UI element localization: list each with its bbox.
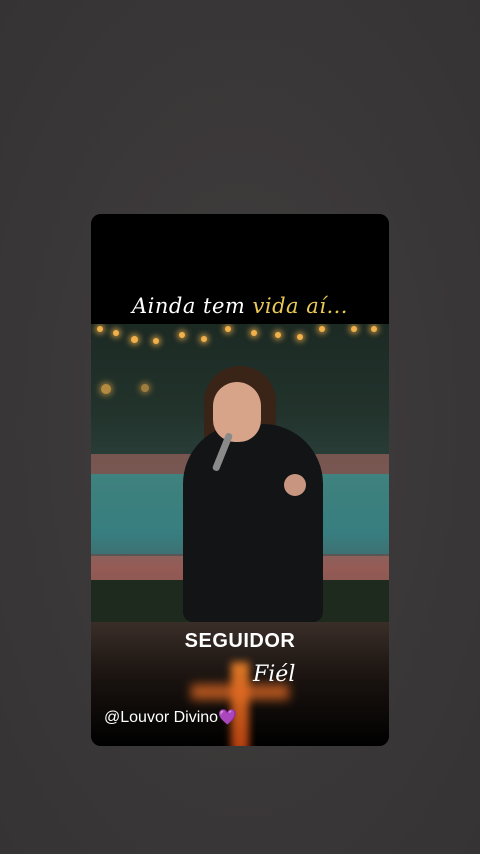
string-light bbox=[319, 326, 325, 332]
string-light bbox=[251, 330, 257, 336]
string-light bbox=[179, 332, 185, 338]
singer-hand bbox=[284, 474, 306, 496]
title-white-text: Ainda tem bbox=[132, 294, 253, 318]
overlay-subhead: Fiél bbox=[253, 662, 296, 687]
handle-text: @Louvor Divino bbox=[104, 709, 219, 726]
string-light bbox=[153, 338, 159, 344]
string-light bbox=[141, 384, 149, 392]
performance-video-frame bbox=[91, 324, 389, 622]
overlay-headline: SEGUIDOR bbox=[184, 630, 296, 652]
string-light bbox=[131, 336, 138, 343]
purple-heart-icon: 💜 bbox=[218, 709, 237, 726]
overlay-script-title: Ainda tem vida aí... bbox=[91, 294, 389, 318]
title-gold-text: vida aí... bbox=[252, 294, 348, 318]
string-light bbox=[371, 326, 377, 332]
string-light bbox=[297, 334, 303, 340]
string-light bbox=[275, 332, 281, 338]
string-light bbox=[101, 384, 111, 394]
string-light bbox=[225, 326, 231, 332]
story-viewer-backdrop: Ainda tem vida aí... SEGUIDOR Fiél @Louv… bbox=[0, 0, 480, 854]
cross-vertical bbox=[231, 662, 249, 746]
string-light bbox=[113, 330, 119, 336]
string-light bbox=[201, 336, 207, 342]
string-light bbox=[351, 326, 357, 332]
string-light bbox=[97, 326, 103, 332]
channel-handle: @Louvor Divino💜 bbox=[104, 708, 237, 727]
singer-face bbox=[213, 382, 261, 442]
singer-body bbox=[183, 424, 323, 622]
video-card[interactable]: Ainda tem vida aí... SEGUIDOR Fiél @Louv… bbox=[91, 214, 389, 746]
